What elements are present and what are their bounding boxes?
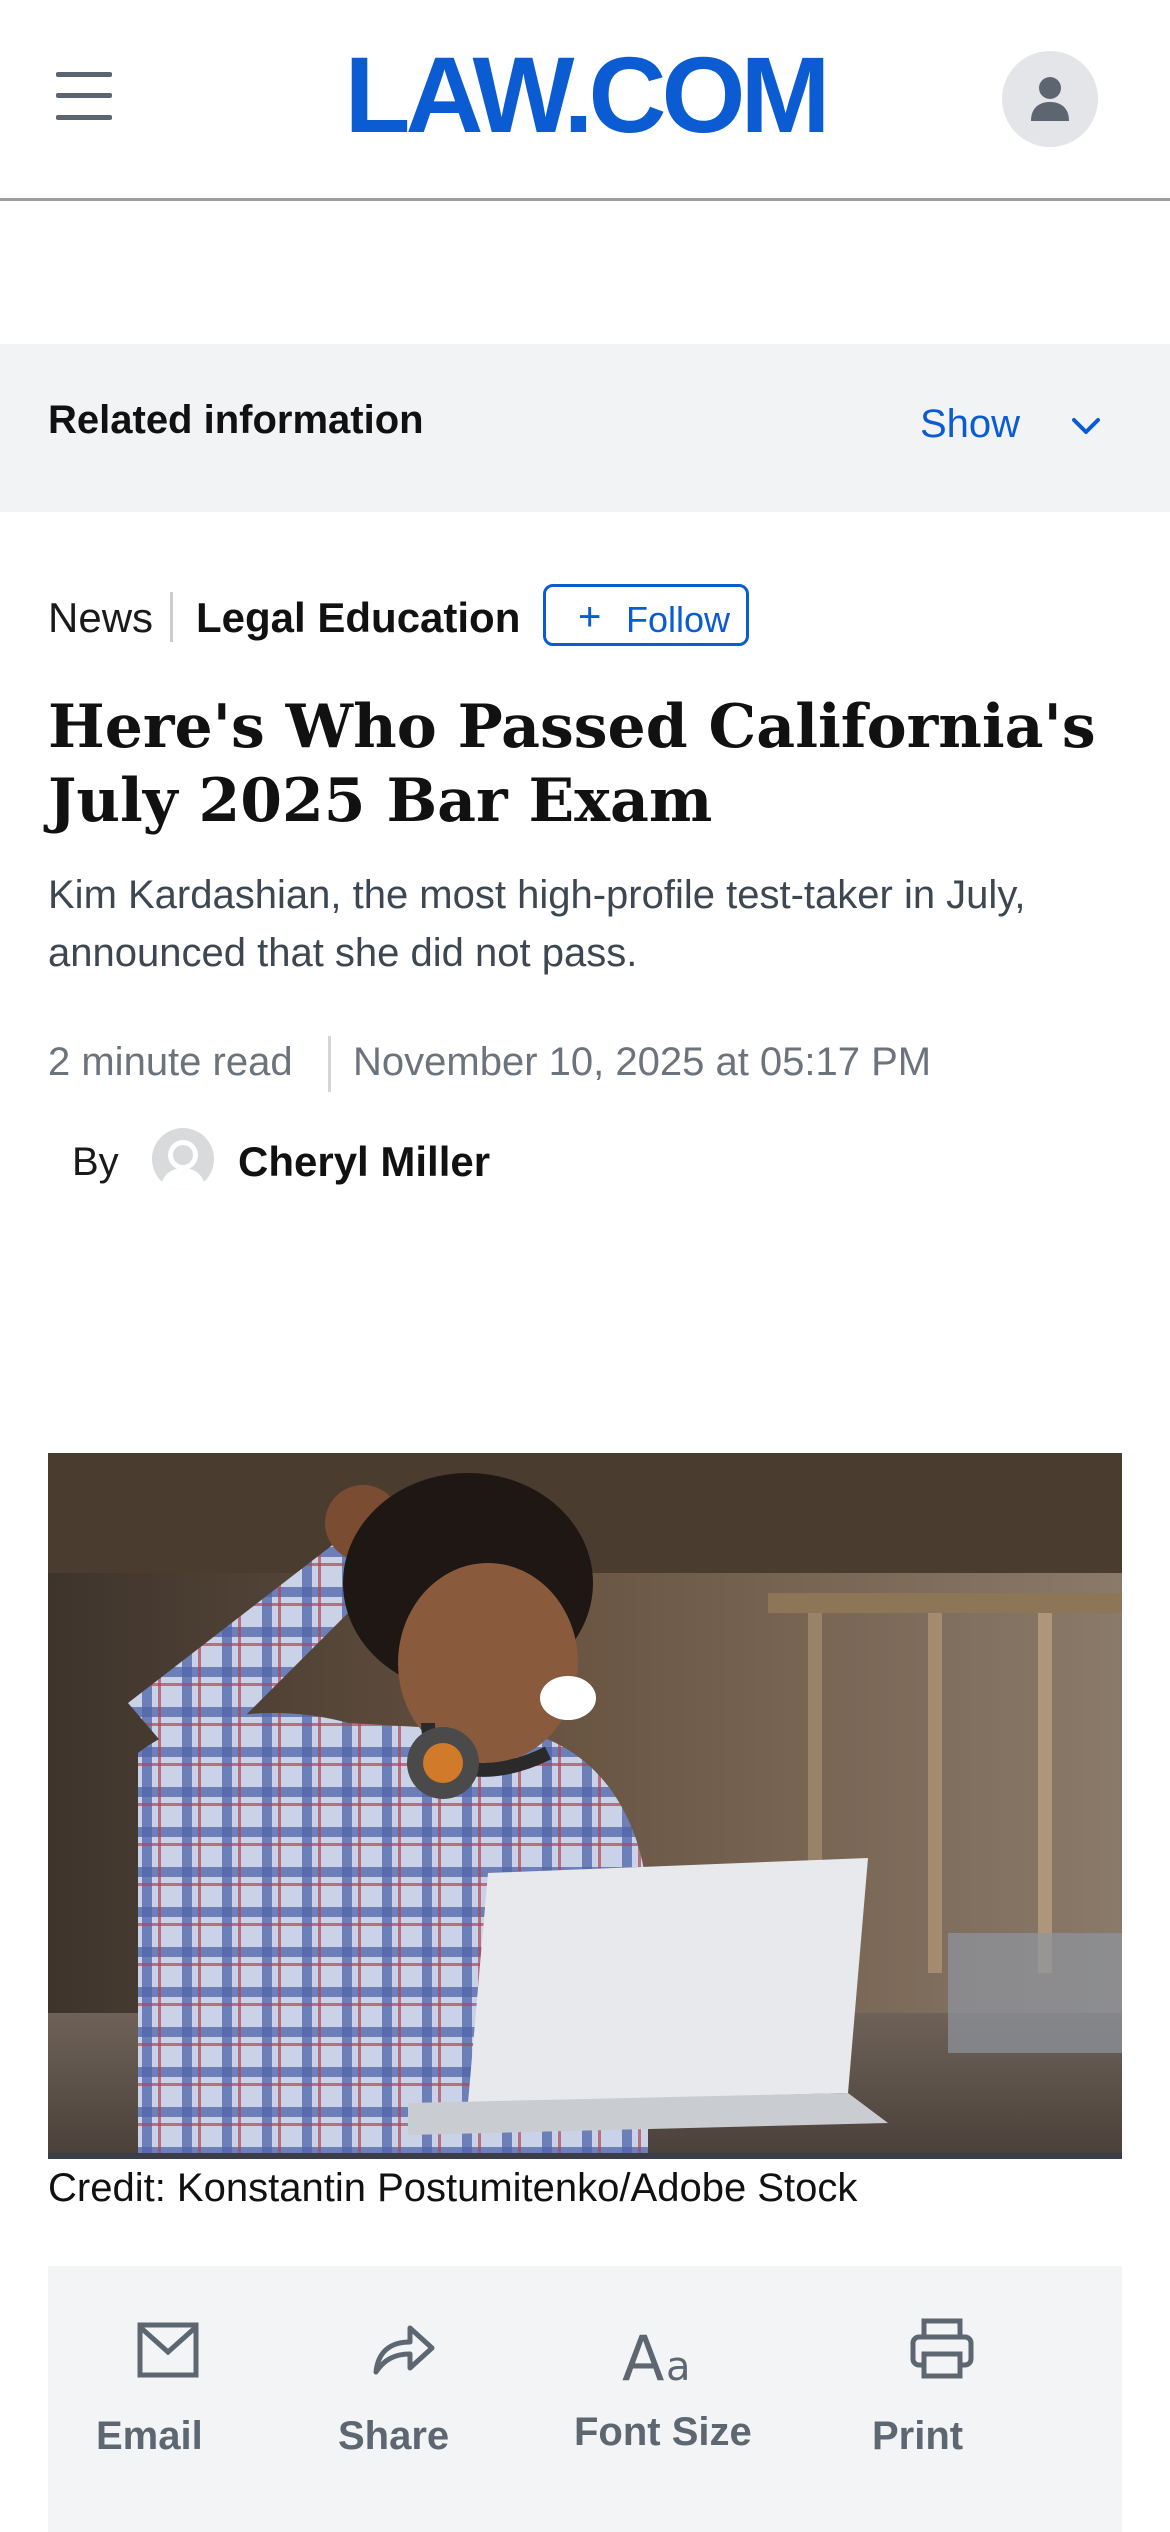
font-size-label: Font Size [574, 2410, 752, 2454]
follow-topic-button[interactable]: + Follow [543, 584, 749, 646]
share-button[interactable]: Share [338, 2266, 488, 2532]
print-icon [910, 2318, 974, 2379]
show-related-button[interactable]: Show [920, 402, 1020, 447]
share-label: Share [338, 2414, 450, 2458]
section-link[interactable]: News [48, 594, 153, 642]
email-button[interactable]: Email [96, 2266, 246, 2532]
account-button[interactable] [1002, 51, 1098, 147]
article-title: Here's Who Passed California's July 2025… [48, 692, 1096, 836]
site-logo[interactable]: LAW.COM [0, 36, 1170, 154]
font-size-icon: A a [622, 2324, 691, 2386]
topic-link[interactable]: Legal Education [196, 594, 520, 642]
plus-icon: + [578, 595, 602, 639]
follow-label: Follow [626, 599, 731, 640]
font-size-button[interactable]: A a Font Size [574, 2266, 764, 2532]
share-icon [373, 2325, 435, 2375]
article-meta: 2 minute read November 10, 2025 at 05:17… [48, 1036, 1098, 1096]
article-dek: Kim Kardashian, the most high-profile te… [48, 873, 1026, 975]
related-information-panel: Related information Show [0, 344, 1170, 512]
author-placeholder-icon [152, 1128, 214, 1190]
email-label: Email [96, 2414, 203, 2458]
byline: By Cheryl Miller [72, 1128, 772, 1194]
print-button[interactable]: Print [872, 2266, 1022, 2532]
svg-text:a: a [666, 2344, 691, 2386]
author-name-link[interactable]: Cheryl Miller [238, 1138, 490, 1186]
publish-date: November 10, 2025 at 05:17 PM [353, 1040, 932, 1084]
article-categories: News Legal Education + Follow [48, 584, 1048, 650]
student-celebrating-photo [48, 1453, 1122, 2159]
article-image [48, 1453, 1122, 2159]
user-icon [1031, 77, 1069, 121]
print-label: Print [872, 2414, 964, 2458]
image-credit: Credit: Konstantin Postumitenko/Adobe St… [48, 2166, 858, 2210]
divider [328, 1036, 331, 1092]
read-time: 2 minute read [48, 1040, 293, 1084]
author-avatar[interactable] [152, 1128, 214, 1190]
site-header: LAW.COM [0, 0, 1170, 201]
related-information-label: Related information [48, 398, 424, 442]
article-tools-bar: Email Share A a Font Size Print [48, 2266, 1122, 2532]
chevron-down-icon[interactable] [1068, 414, 1104, 438]
divider [170, 592, 173, 642]
svg-text:A: A [622, 2324, 664, 2386]
email-icon [137, 2322, 199, 2378]
by-label: By [72, 1140, 119, 1184]
